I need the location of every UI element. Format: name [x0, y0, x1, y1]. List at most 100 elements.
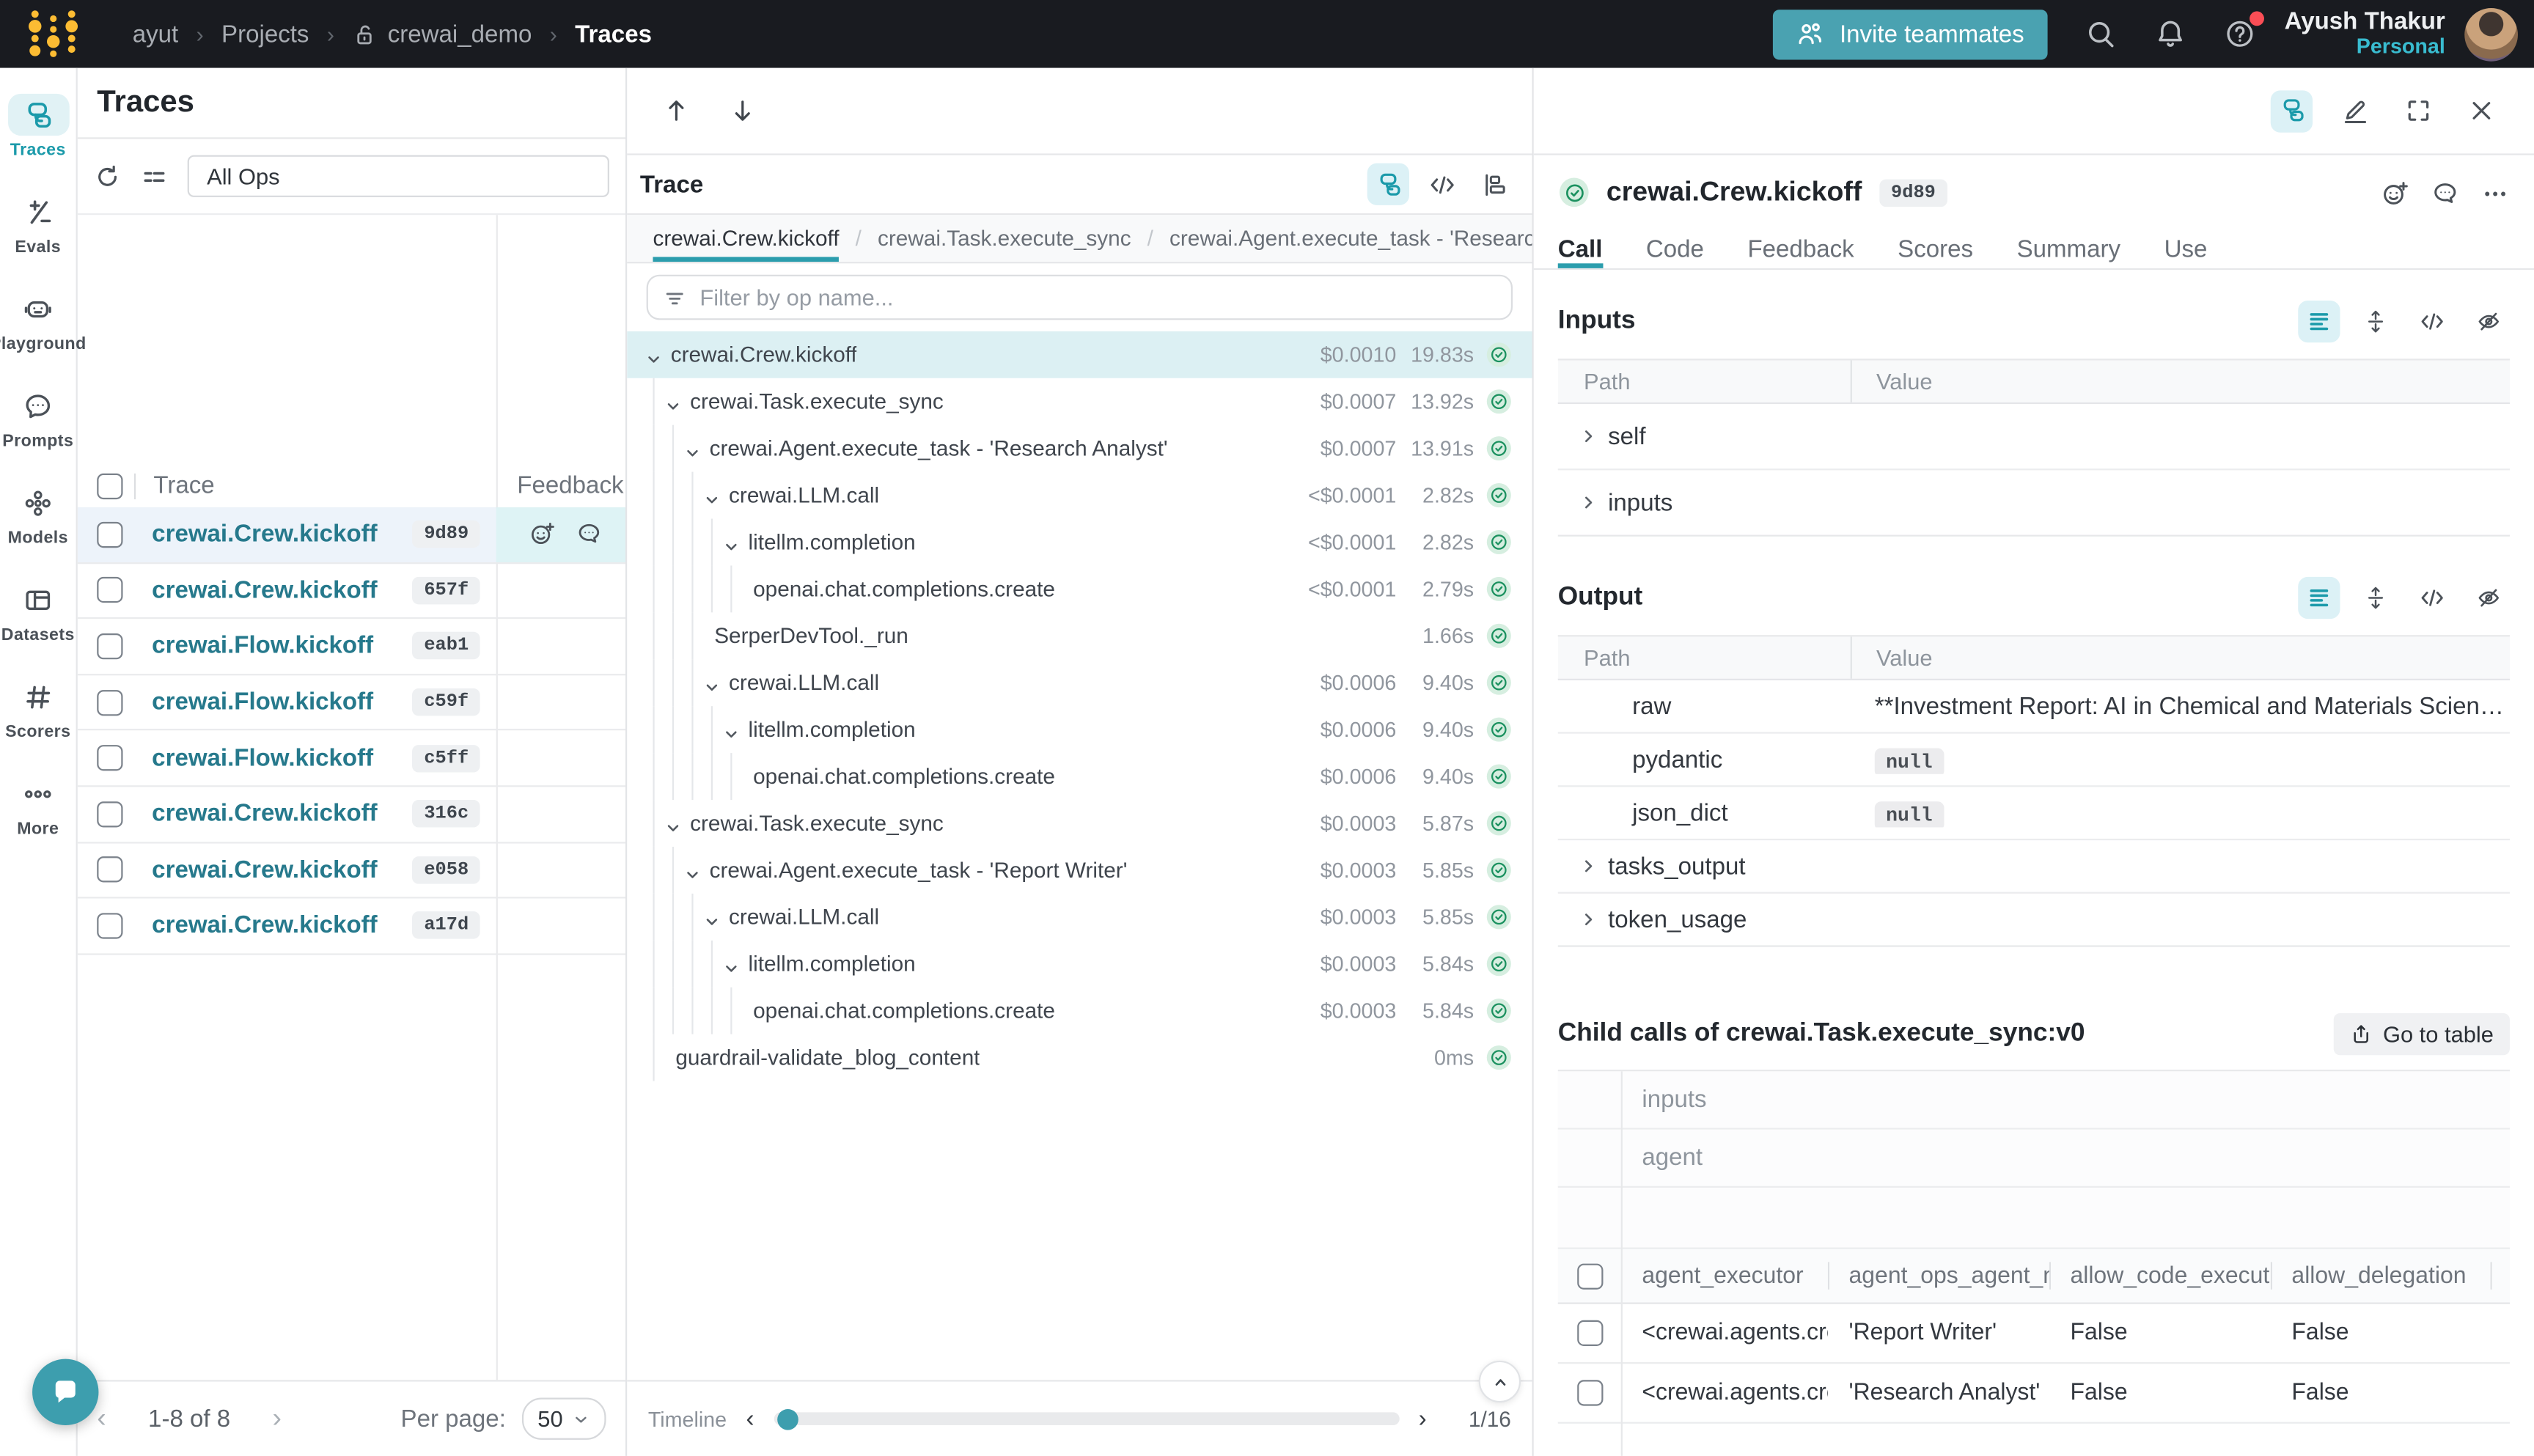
sidebar-item-models[interactable]: Models	[0, 482, 76, 578]
pretty-view-button[interactable]	[2298, 301, 2340, 342]
add-reaction-icon[interactable]	[529, 521, 556, 548]
chevron-down-icon[interactable]	[705, 675, 719, 690]
trace-column-header[interactable]: Trace	[153, 472, 214, 499]
call-tree-row[interactable]: crewai.Task.execute_sync $0.0003 5.87s	[627, 800, 1532, 847]
timeline-slider[interactable]	[774, 1412, 1399, 1425]
chevron-down-icon[interactable]	[666, 394, 680, 409]
chevron-down-icon[interactable]	[724, 957, 738, 971]
trace-link[interactable]: crewai.Flow.kickoff	[152, 688, 373, 716]
close-icon[interactable]	[2460, 89, 2502, 131]
avatar[interactable]	[2464, 7, 2518, 61]
trace-path-tab[interactable]: crewai.Task.execute_sync	[878, 215, 1131, 262]
trace-link[interactable]: crewai.Crew.kickoff	[152, 801, 378, 828]
trace-link[interactable]: crewai.Crew.kickoff	[152, 912, 378, 939]
go-to-table-button[interactable]: Go to table	[2333, 1013, 2510, 1055]
more-actions-icon[interactable]	[2480, 179, 2508, 206]
edit-pencil-icon[interactable]	[2334, 89, 2376, 131]
expand-collapse-button[interactable]	[2354, 577, 2396, 619]
timeline-next-icon[interactable]: ›	[1419, 1405, 1427, 1432]
chevron-down-icon[interactable]	[647, 348, 661, 362]
row-checkbox[interactable]	[1576, 1320, 1602, 1346]
trace-link[interactable]: crewai.Flow.kickoff	[152, 633, 373, 660]
sidebar-item-scorers[interactable]: Scorers	[0, 675, 76, 772]
notifications-bell-icon[interactable]	[2153, 18, 2186, 50]
select-all-checkbox[interactable]	[97, 473, 122, 499]
trace-path-tab[interactable]: crewai.Crew.kickoff	[653, 215, 839, 262]
timeline-thumb[interactable]	[776, 1408, 798, 1430]
hide-section-icon[interactable]	[2468, 301, 2510, 342]
call-tree-row[interactable]: crewai.Agent.execute_task - 'Research An…	[627, 425, 1532, 472]
child-column-header[interactable]: agent_ops_agent_nan	[1828, 1249, 2049, 1303]
call-tree-row[interactable]: openai.chat.completions.create $0.0006 9…	[627, 753, 1532, 800]
call-tree-row[interactable]: litellm.completion <$0.0001 2.82s	[627, 519, 1532, 566]
tab-scores[interactable]: Scores	[1898, 229, 1973, 268]
comment-icon[interactable]	[576, 521, 603, 548]
next-call-arrow-icon[interactable]	[729, 97, 756, 124]
row-checkbox[interactable]	[97, 689, 122, 715]
sidebar-item-prompts[interactable]: Prompts	[0, 385, 76, 482]
tree-panel-toggle-button[interactable]	[2271, 89, 2313, 131]
code-view-button[interactable]	[1420, 163, 1462, 205]
row-checkbox[interactable]	[97, 633, 122, 659]
filter-columns-button[interactable]	[141, 163, 168, 190]
chevron-down-icon[interactable]	[724, 722, 738, 737]
breadcrumb-user[interactable]: ayut	[133, 21, 179, 48]
trace-row[interactable]: crewai.Crew.kickoff 316c	[78, 787, 625, 842]
row-checkbox[interactable]	[97, 857, 122, 883]
refresh-button[interactable]	[94, 163, 121, 190]
call-tree-row[interactable]: guardrail-validate_blog_content 0ms	[627, 1034, 1532, 1081]
chevron-down-icon[interactable]	[705, 488, 719, 503]
tab-use[interactable]: Use	[2164, 229, 2208, 268]
breadcrumb-current[interactable]: Traces	[575, 21, 652, 48]
select-all-checkbox[interactable]	[1576, 1263, 1602, 1289]
chevron-down-icon[interactable]	[724, 535, 738, 550]
trace-row[interactable]: crewai.Crew.kickoff e058	[78, 843, 625, 899]
call-tree-row[interactable]: crewai.LLM.call $0.0003 5.85s	[627, 894, 1532, 941]
trace-row[interactable]: crewai.Flow.kickoff c5ff	[78, 731, 625, 787]
trace-link[interactable]: crewai.Flow.kickoff	[152, 744, 373, 771]
call-tree-row[interactable]: crewai.Crew.kickoff $0.0010 19.83s	[627, 331, 1532, 378]
tab-call[interactable]: Call	[1558, 229, 1603, 268]
row-checkbox[interactable]	[97, 521, 122, 547]
invite-teammates-button[interactable]: Invite teammates	[1774, 9, 2047, 59]
breadcrumb-projects[interactable]: Projects	[221, 21, 309, 48]
call-tree-row[interactable]: openai.chat.completions.create <$0.0001 …	[627, 565, 1532, 612]
sidebar-item-more[interactable]: More	[0, 773, 76, 869]
child-column-header[interactable]: allow_delegation	[2271, 1249, 2491, 1303]
user-menu[interactable]: Ayush Thakur Personal	[2285, 8, 2445, 60]
feedback-column-header[interactable]: Feedback	[517, 472, 623, 499]
chevron-down-icon[interactable]	[686, 441, 700, 456]
call-tree-row[interactable]: crewai.LLM.call <$0.0001 2.82s	[627, 472, 1532, 519]
call-tree-row[interactable]: crewai.Task.execute_sync $0.0007 13.92s	[627, 378, 1532, 425]
comment-icon[interactable]	[2431, 179, 2458, 206]
sidebar-item-traces[interactable]: Traces	[0, 94, 76, 191]
expand-fullscreen-icon[interactable]	[2397, 89, 2439, 131]
row-checkbox[interactable]	[97, 801, 122, 827]
breadcrumb-project[interactable]: crewai_demo	[352, 21, 532, 48]
tab-summary[interactable]: Summary	[2017, 229, 2120, 268]
chat-support-button[interactable]	[32, 1359, 98, 1425]
row-checkbox[interactable]	[1576, 1380, 1602, 1405]
sidebar-item-playground[interactable]: Playground	[0, 287, 76, 384]
flame-graph-button[interactable]	[1474, 163, 1516, 205]
call-tree-row[interactable]: crewai.LLM.call $0.0006 9.40s	[627, 659, 1532, 706]
chevron-down-icon[interactable]	[666, 816, 680, 831]
help-icon[interactable]	[2223, 18, 2255, 50]
row-checkbox[interactable]	[97, 578, 122, 603]
trace-row[interactable]: crewai.Crew.kickoff 657f	[78, 563, 625, 619]
search-icon[interactable]	[2084, 18, 2116, 50]
call-tree-row[interactable]: openai.chat.completions.create $0.0003 5…	[627, 988, 1532, 1034]
trace-link[interactable]: crewai.Crew.kickoff	[152, 577, 378, 604]
expand-collapse-button[interactable]	[2354, 301, 2396, 342]
ops-filter-select[interactable]: All Ops	[188, 155, 609, 197]
trace-row[interactable]: crewai.Crew.kickoff a17d	[78, 899, 625, 955]
expand-toggle[interactable]: self	[1581, 422, 1646, 449]
tab-code[interactable]: Code	[1646, 229, 1704, 268]
prev-page-button[interactable]: ‹	[97, 1402, 106, 1435]
child-column-header[interactable]: agent_executor	[1621, 1249, 1828, 1303]
expand-toggle[interactable]: inputs	[1581, 489, 1673, 516]
expand-toggle[interactable]: tasks_output	[1581, 853, 1746, 880]
trace-link[interactable]: crewai.Crew.kickoff	[152, 521, 378, 548]
sidebar-item-datasets[interactable]: Datasets	[0, 578, 76, 675]
row-checkbox[interactable]	[97, 913, 122, 938]
